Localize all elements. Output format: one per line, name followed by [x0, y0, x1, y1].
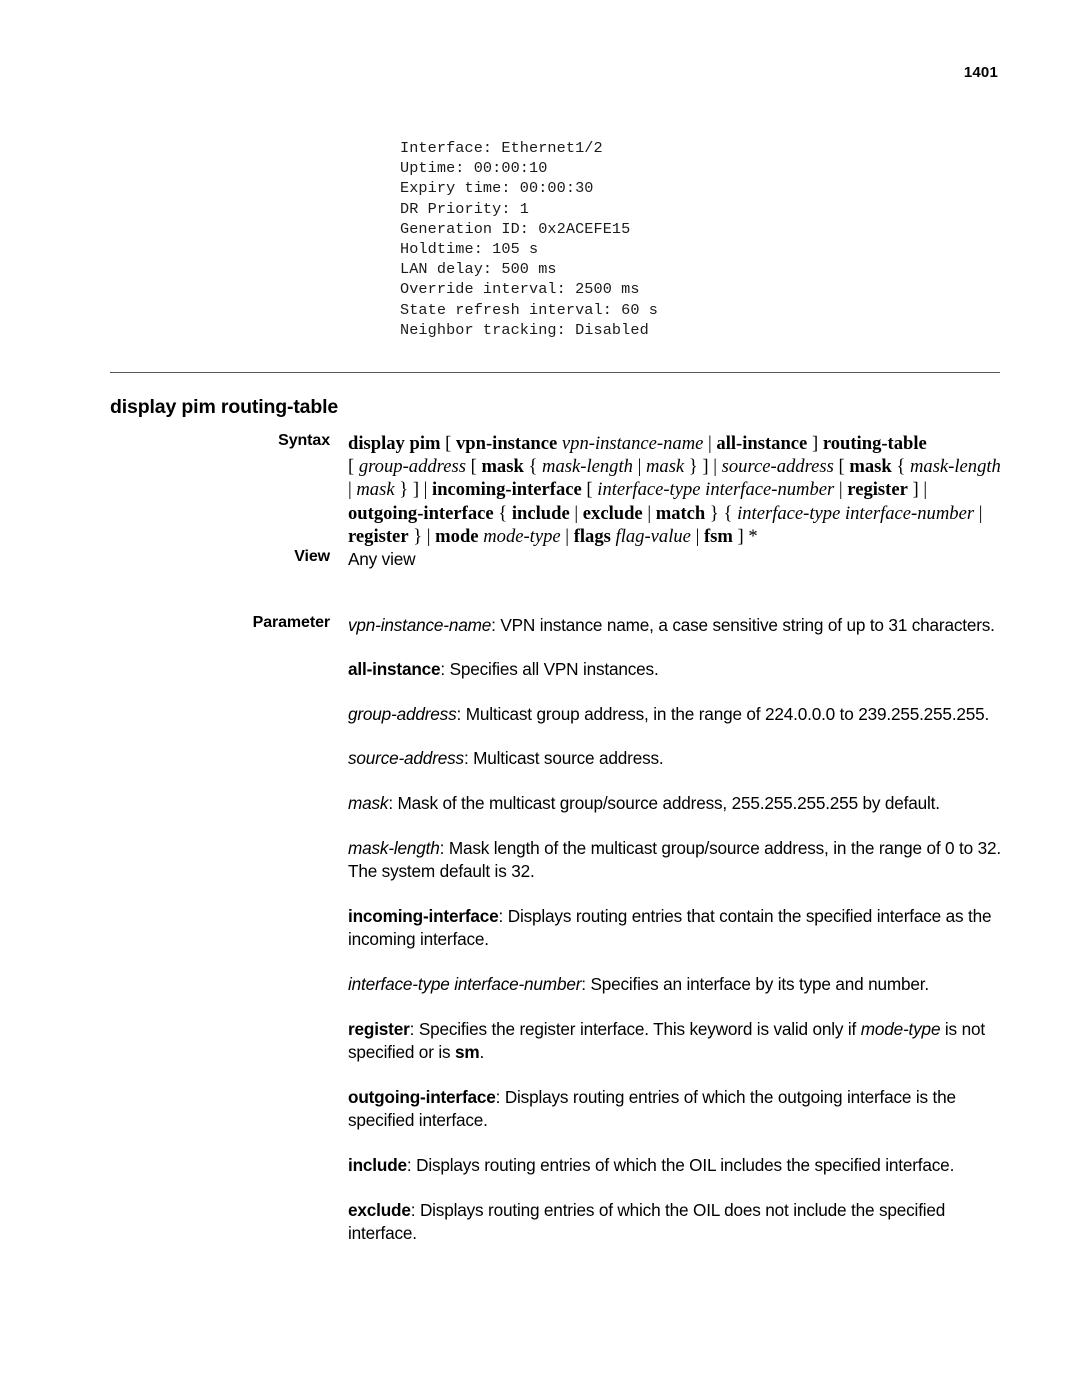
output-line: Override interval: 2500 ms: [400, 280, 640, 299]
output-line: Neighbor tracking: Disabled: [400, 320, 649, 339]
view-label: View: [294, 548, 330, 566]
page-title: display pim routing-table: [110, 396, 339, 419]
parameter-item: source-address: Multicast source address…: [348, 748, 664, 769]
syntax-line: | mask } ] | incoming-interface [ interf…: [348, 479, 928, 501]
output-line: Generation ID: 0x2ACEFE15: [400, 219, 631, 238]
parameter-descriptions: vpn-instance-name: VPN instance name, a …: [348, 614, 1008, 1246]
syntax-line: register } | mode mode-type | flags flag…: [348, 525, 758, 547]
command-reference-body: Syntax display pim [ vpn-instance vpn-in…: [0, 432, 1080, 1246]
output-line: Uptime: 00:00:10: [400, 159, 548, 178]
parameter-item: exclude: Displays routing entries of whi…: [348, 1199, 946, 1244]
syntax-line: outgoing-interface { include | exclude |…: [348, 502, 983, 524]
parameter-item: incoming-interface: Displays routing ent…: [348, 905, 992, 950]
parameter-item: interface-type interface-number: Specifi…: [348, 973, 929, 994]
command-output-sample: Interface: Ethernet1/2 Uptime: 00:00:10 Ex…: [400, 138, 658, 340]
parameter-item: mask: Mask of the multicast group/source…: [348, 792, 940, 813]
output-line: DR Priority: 1: [400, 199, 529, 218]
output-line: Interface: Ethernet1/2: [400, 139, 603, 157]
parameter-item: include: Displays routing entries of whi…: [348, 1154, 955, 1175]
document-page: 1401 Interface: Ethernet1/2 Uptime: 00:00…: [0, 0, 1080, 1397]
parameter-label: Parameter: [252, 613, 330, 631]
view-row: View Any view: [0, 548, 1080, 572]
page-number: 1401: [963, 64, 998, 81]
syntax-label: Syntax: [278, 432, 330, 449]
view-value: Any view: [348, 549, 416, 570]
parameter-item: group-address: Multicast group address, …: [348, 703, 990, 724]
output-line: Expiry time: 00:00:30: [400, 179, 594, 198]
parameter-item: vpn-instance-name: VPN instance name, a …: [348, 614, 995, 635]
output-line: LAN delay: 500 ms: [400, 260, 557, 279]
syntax-row: Syntax display pim [ vpn-instance vpn-in…: [0, 432, 1080, 548]
parameter-item: register: Specifies the register interfa…: [348, 1018, 985, 1063]
output-line: Holdtime: 105 s: [400, 240, 539, 259]
parameter-item: outgoing-interface: Displays routing ent…: [348, 1086, 956, 1131]
syntax-line: [ group-address [ mask { mask-length | m…: [348, 456, 1001, 478]
syntax-definition: display pim [ vpn-instance vpn-instance-…: [348, 432, 1008, 548]
parameter-item: mask-length: Mask length of the multicas…: [348, 837, 1001, 882]
output-line: State refresh interval: 60 s: [400, 300, 658, 319]
section-divider: [110, 372, 1000, 373]
parameter-item: all-instance: Specifies all VPN instance…: [348, 659, 659, 680]
syntax-line: display pim [ vpn-instance vpn-instance-…: [348, 433, 927, 454]
parameter-row: Parameter vpn-instance-name: VPN instanc…: [0, 614, 1080, 1246]
